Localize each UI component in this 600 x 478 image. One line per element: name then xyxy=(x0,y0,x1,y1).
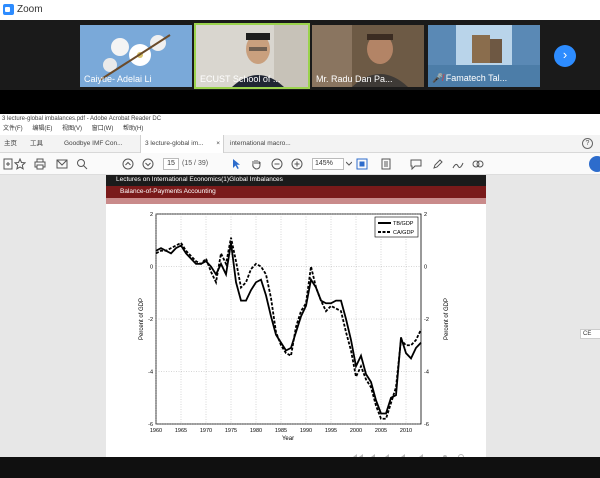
slide-section-bar: Balance-of-Payments Accounting xyxy=(106,186,486,198)
x-tick-label: 2005 xyxy=(375,428,387,434)
pdf-viewport[interactable]: Lectures on International Economics(1)Gl… xyxy=(0,175,600,460)
acrobat-window-title: 3 lecture-global imbalances.pdf - Adobe … xyxy=(0,114,600,124)
legend-entry: CA/GDP xyxy=(393,230,414,236)
hand-tool-icon[interactable] xyxy=(250,158,262,170)
x-tick-label: 1990 xyxy=(300,428,312,434)
y-tick-label-right: 0 xyxy=(424,265,427,271)
participant-gallery: Caiyue- Adelai Li ECUST School of ... Mr… xyxy=(0,20,600,90)
side-panel-toggle[interactable]: CE xyxy=(580,329,600,339)
scroll-mode-icon[interactable] xyxy=(380,158,392,170)
participant-name: ECUST School of ... xyxy=(200,74,281,84)
help-icon[interactable]: ? xyxy=(582,138,593,149)
participant-tile[interactable]: Mr. Radu Dan Pa... xyxy=(312,25,424,87)
menu-view[interactable]: 视图(V) xyxy=(62,126,82,132)
y-axis-label: Percent of GDP xyxy=(139,298,145,340)
highlight-pen-icon[interactable] xyxy=(432,158,444,170)
email-icon[interactable] xyxy=(56,158,68,170)
y-tick-label-right: -6 xyxy=(424,422,429,428)
y-tick-label: -2 xyxy=(148,317,153,323)
slide-header-bar: Lectures on International Economics(1)Gl… xyxy=(106,175,486,186)
comment-icon[interactable] xyxy=(410,158,422,170)
x-axis-label: Year xyxy=(282,436,294,442)
x-tick-label: 1995 xyxy=(325,428,337,434)
x-tick-label: 1960 xyxy=(150,428,162,434)
next-page-icon[interactable] xyxy=(142,158,154,170)
create-pdf-icon[interactable] xyxy=(2,158,14,170)
shared-screen-top-border xyxy=(0,90,600,114)
participant-tile[interactable]: 🎤̸ Famatech Tal... xyxy=(428,25,540,87)
slide-section-title: Balance-of-Payments Accounting xyxy=(120,188,216,195)
page-count: (15 / 39) xyxy=(182,160,209,167)
acrobat-toolbar: 15 (15 / 39) 145% xyxy=(0,153,600,175)
zoom-title-bar: Zoom xyxy=(0,0,600,20)
y-tick-label: 0 xyxy=(150,265,153,271)
x-tick-label: 2010 xyxy=(400,428,412,434)
draw-sign-icon[interactable] xyxy=(452,158,464,170)
select-cursor-icon[interactable] xyxy=(230,158,242,170)
series-line-tb-gdp xyxy=(155,242,422,415)
zoom-window-title: Zoom xyxy=(17,4,43,15)
x-tick-label: 2000 xyxy=(350,428,362,434)
x-tick-label: 1970 xyxy=(200,428,212,434)
gallery-next-button[interactable]: › xyxy=(554,45,576,67)
x-tick-label: 1975 xyxy=(225,428,237,434)
x-tick-label: 1985 xyxy=(275,428,287,434)
chart-series xyxy=(155,237,422,420)
search-icon[interactable] xyxy=(76,158,88,170)
chart-grid xyxy=(155,213,421,425)
y-tick-label: -6 xyxy=(148,422,153,428)
pdf-page: Lectures on International Economics(1)Gl… xyxy=(106,175,486,460)
participant-name: 🎤̸ Famatech Tal... xyxy=(432,73,508,83)
participant-tile[interactable]: Caiyue- Adelai Li xyxy=(80,25,192,87)
menu-file[interactable]: 文件(F) xyxy=(3,126,23,132)
tb-ca-chart: 1960 1965 1970 1975 1980 1985 1990 1995 2000 2005… xyxy=(139,212,450,442)
legend-entry: TB/GDP xyxy=(393,221,414,227)
series-line-ca-gdp xyxy=(155,237,422,420)
acrobat-menu-bar: 文件(F) 编辑(E) 视图(V) 窗口(W) 帮助(H) xyxy=(0,124,600,135)
tab-document-active[interactable]: 3 lecture-global im... × xyxy=(140,135,224,153)
chevron-right-icon: › xyxy=(562,47,568,62)
chart-legend: TB/GDP CA/GDP xyxy=(374,216,419,238)
y-tick-label-right: -4 xyxy=(424,370,429,376)
fit-page-icon[interactable] xyxy=(356,158,368,170)
close-tab-icon[interactable]: × xyxy=(216,135,220,153)
y-tick-label-right: -2 xyxy=(424,317,429,323)
slide-header-title: Lectures on International Economics(1)Gl… xyxy=(116,176,283,183)
page-footer-nav xyxy=(351,448,476,460)
menu-help[interactable]: 帮助(H) xyxy=(123,126,143,132)
zoom-in-icon[interactable] xyxy=(291,158,303,170)
tab-document[interactable]: international macro... xyxy=(226,135,306,153)
share-link-icon[interactable] xyxy=(472,158,484,170)
tab-home[interactable]: 主页 xyxy=(0,135,26,153)
zoom-level-select[interactable]: 145% xyxy=(312,158,344,170)
y-tick-label: -4 xyxy=(148,370,153,376)
y-axis-label-right: Percent of GDP xyxy=(444,298,450,340)
x-tick-label: 1965 xyxy=(175,428,187,434)
bookmark-star-icon[interactable] xyxy=(14,158,26,170)
menu-window[interactable]: 窗口(W) xyxy=(92,126,114,132)
chart-ticks: 1960 1965 1970 1975 1980 1985 1990 1995 2000 2005… xyxy=(148,212,429,434)
zoom-out-icon[interactable] xyxy=(271,158,283,170)
y-tick-label-right: 2 xyxy=(424,212,427,218)
account-avatar-button[interactable] xyxy=(589,156,600,172)
participant-tile-active[interactable]: ECUST School of ... xyxy=(194,23,310,89)
zoom-logo-icon xyxy=(3,4,14,15)
previous-page-icon[interactable] xyxy=(122,158,134,170)
tab-document[interactable]: Goodbye IMF Con... xyxy=(60,135,138,153)
participant-name: Mr. Radu Dan Pa... xyxy=(316,74,393,84)
menu-edit[interactable]: 编辑(E) xyxy=(32,126,52,132)
muted-mic-icon: 🎤̸ xyxy=(432,73,444,83)
chevron-down-icon[interactable] xyxy=(346,161,352,167)
tab-tools[interactable]: 工具 xyxy=(26,135,58,153)
page-number-input[interactable]: 15 xyxy=(163,158,179,170)
y-tick-label: 2 xyxy=(150,212,153,218)
x-tick-label: 1980 xyxy=(250,428,262,434)
print-icon[interactable] xyxy=(34,158,46,170)
participant-name: Caiyue- Adelai Li xyxy=(84,74,152,84)
acrobat-tab-bar: 主页 工具 Goodbye IMF Con... 3 lecture-globa… xyxy=(0,135,600,153)
screen-share-bottom-bar xyxy=(0,457,600,478)
